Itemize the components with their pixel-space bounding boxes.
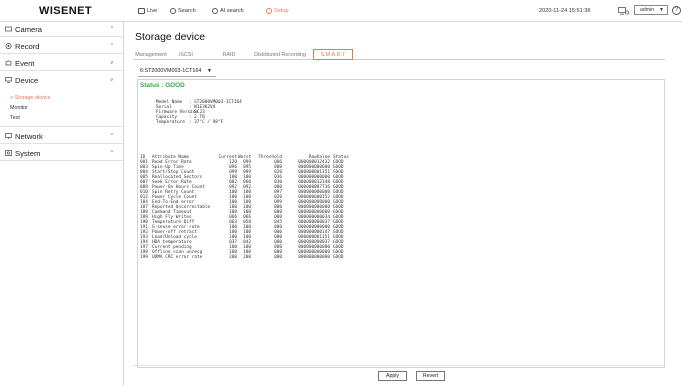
status-badge: Status : GOOD <box>140 82 185 89</box>
page-title: Storage device <box>135 31 206 43</box>
cell-id: 199 <box>140 255 148 260</box>
info-key: Temperature <box>155 120 185 125</box>
cell-current: 200 <box>229 255 237 260</box>
chevron-up-icon: ^ <box>110 133 113 139</box>
sidebar-subitem-text[interactable]: Text <box>10 115 20 121</box>
cell-attribute-name: UDMA CRC error rate <box>152 255 203 260</box>
nav-setup-label: Setup <box>274 8 289 14</box>
tab-raid[interactable]: RAID <box>218 50 240 60</box>
revert-button[interactable]: Revert <box>416 371 445 381</box>
brand-logo: WISENET <box>39 5 92 17</box>
sidebar-subitem-monitor[interactable]: Monitor <box>10 105 28 111</box>
sidebar-item-label: System <box>15 149 41 158</box>
nav-ai-search[interactable]: AI search <box>212 0 244 22</box>
chevron-up-icon: ^ <box>110 43 113 49</box>
camera-icon <box>5 26 12 32</box>
chevron-up-icon: ^ <box>110 26 113 32</box>
chevron-down-icon: v <box>110 60 114 66</box>
chevron-up-icon: ^ <box>110 150 113 156</box>
user-name: admin <box>640 7 655 13</box>
tab-distributed-recording[interactable]: Distributed Recording <box>250 50 310 60</box>
nav-live-label: Live <box>147 8 158 14</box>
tab-bar: Management iSCSI RAID Distributed Record… <box>133 49 665 60</box>
disk-select-value: 6:ST2000VM003-1CT164 <box>140 68 202 74</box>
main-content: Storage device Management iSCSI RAID Dis… <box>124 22 682 386</box>
nav-ai-search-label: AI search <box>220 8 244 14</box>
nav-live[interactable]: Live <box>138 0 157 22</box>
smart-panel: Status : GOOD Model Name: ST2000VM003-1C… <box>137 79 665 368</box>
sidebar-item-camera[interactable]: Camera ^ <box>0 22 123 37</box>
record-icon <box>5 43 12 49</box>
event-icon <box>5 60 12 66</box>
sidebar-item-label: Camera <box>15 25 43 34</box>
nav-setup[interactable]: Setup <box>266 0 289 22</box>
sidebar-item-device[interactable]: Device v <box>0 73 123 88</box>
tab-iscsi[interactable]: iSCSI <box>175 50 197 60</box>
sidebar-item-record[interactable]: Record ^ <box>0 39 123 54</box>
sidebar-item-label: Device <box>15 76 39 85</box>
sidebar-item-event[interactable]: Event v <box>0 56 123 71</box>
sidebar-subitem-storage-device[interactable]: > Storage device <box>10 95 51 101</box>
network-icon <box>5 133 12 139</box>
disk-select[interactable]: 6:ST2000VM003-1CT164 ▼ <box>138 66 216 77</box>
chevron-down-icon: ▼ <box>659 7 664 13</box>
apply-button[interactable]: Apply <box>378 371 407 381</box>
info-value: : 37°C / 98°F <box>188 120 224 125</box>
help-icon[interactable]: ? <box>672 6 681 15</box>
user-dropdown[interactable]: admin ▼ <box>634 5 668 15</box>
datetime: 2020-11-24 15:51:36 <box>539 8 591 14</box>
live-icon <box>138 8 145 14</box>
device-status-icon[interactable] <box>618 7 629 15</box>
sidebar-item-label: Event <box>15 59 35 68</box>
sidebar-item-system[interactable]: System ^ <box>0 146 123 161</box>
tab-smart[interactable]: S.M.A.R.T <box>313 49 353 60</box>
gear-icon <box>266 8 272 14</box>
search-icon <box>170 8 176 14</box>
chevron-down-icon: ▼ <box>207 68 212 74</box>
top-bar: WISENET Live Search AI search Setup 2020… <box>0 0 682 22</box>
ai-search-icon <box>212 8 218 14</box>
footer-divider <box>133 365 665 366</box>
sidebar: Camera ^ Record ^ Event v Device v > Sto… <box>0 22 124 386</box>
sidebar-item-label: Record <box>15 42 40 51</box>
nav-search[interactable]: Search <box>170 0 196 22</box>
cell-threshold: 000 <box>274 255 282 260</box>
cell-worst: 200 <box>243 255 251 260</box>
device-icon <box>5 77 12 83</box>
cell-raw-value: 000000000000 <box>298 255 330 260</box>
chevron-down-icon: v <box>110 77 114 83</box>
system-icon <box>5 150 12 156</box>
sidebar-divider <box>0 126 123 127</box>
sidebar-item-label: Network <box>15 132 43 141</box>
cell-status: GOOD <box>333 255 344 260</box>
tab-management[interactable]: Management <box>133 50 169 60</box>
nav-search-label: Search <box>178 8 196 14</box>
sidebar-item-network[interactable]: Network ^ <box>0 129 123 144</box>
info-row: Temperature: 37°C / 98°F <box>140 115 223 130</box>
